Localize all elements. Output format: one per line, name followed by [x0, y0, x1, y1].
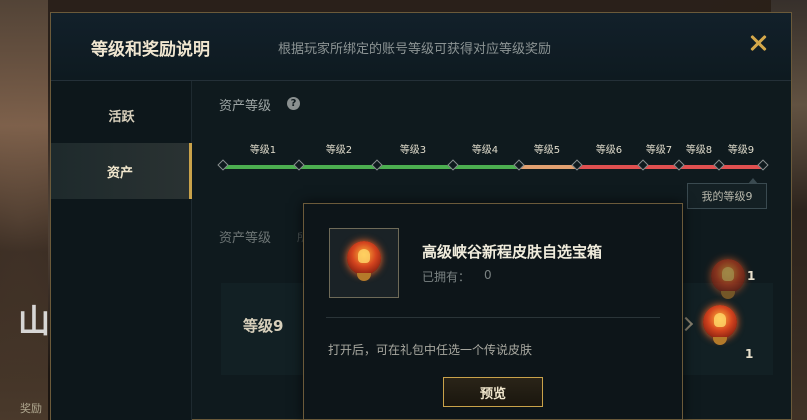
- sidebar: 活跃 资产: [51, 81, 192, 420]
- preview-button[interactable]: 预览: [443, 377, 543, 407]
- close-icon[interactable]: [747, 32, 769, 54]
- level-label: 等级2: [325, 145, 353, 156]
- reward-count-top: 1: [747, 269, 756, 283]
- level-label: 等级7: [645, 145, 673, 156]
- owned-label: 已拥有：: [422, 270, 471, 284]
- reward-tooltip-popup: 高级峡谷新程皮肤自选宝箱 已拥有： 0 打开后，可在礼包中任选一个传说皮肤 预览: [303, 203, 683, 420]
- owned-value: 0: [484, 268, 492, 282]
- reward-count: 1: [745, 347, 754, 361]
- level-progress-track: [217, 159, 769, 171]
- dialog-title: 等级和奖励说明: [91, 40, 210, 60]
- level-segment: [453, 165, 519, 169]
- section-title-2: 资产等级: [219, 231, 272, 246]
- level-label: 等级4: [471, 145, 499, 156]
- level-label: 等级9: [727, 145, 755, 156]
- popup-divider: [326, 317, 660, 318]
- reward-chest-icon[interactable]: [699, 303, 741, 349]
- section-title: 资产等级: [219, 99, 272, 114]
- level-label: 等级8: [685, 145, 713, 156]
- sidebar-item-label: 资产: [106, 165, 133, 181]
- popup-description: 打开后，可在礼包中任选一个传说皮肤: [328, 343, 533, 357]
- sidebar-item-activity[interactable]: 活跃: [51, 87, 192, 143]
- sidebar-item-label: 活跃: [108, 109, 135, 125]
- reward-chest-icon-top: [707, 257, 749, 303]
- background-glyph: 山: [18, 302, 51, 340]
- background-small-text: 奖励: [20, 402, 42, 415]
- level-label: 等级3: [399, 145, 427, 156]
- popup-title: 高级峡谷新程皮肤自选宝箱: [422, 243, 603, 261]
- sidebar-item-assets[interactable]: 资产: [51, 143, 192, 199]
- level-segment: [299, 165, 377, 169]
- popup-icon-box: [329, 228, 399, 298]
- level-segment: [223, 165, 299, 169]
- level-segment: [719, 165, 763, 169]
- dialog-subtitle: 根据玩家所绑定的账号等级可获得对应等级奖励: [278, 42, 552, 57]
- background-character-art: [0, 0, 48, 420]
- level-label: 等级6: [595, 145, 623, 156]
- my-level-badge: 我的等级9: [687, 178, 767, 209]
- row-level-label: 等级9: [243, 317, 284, 335]
- help-icon[interactable]: ?: [287, 97, 300, 110]
- level-segment: [519, 165, 577, 169]
- level-label: 等级1: [249, 145, 277, 156]
- level-label: 等级5: [533, 145, 561, 156]
- level-segment: [577, 165, 643, 169]
- dialog-header: 等级和奖励说明 根据玩家所绑定的账号等级可获得对应等级奖励: [51, 13, 791, 81]
- skin-chest-icon: [343, 239, 385, 285]
- level-segment: [377, 165, 453, 169]
